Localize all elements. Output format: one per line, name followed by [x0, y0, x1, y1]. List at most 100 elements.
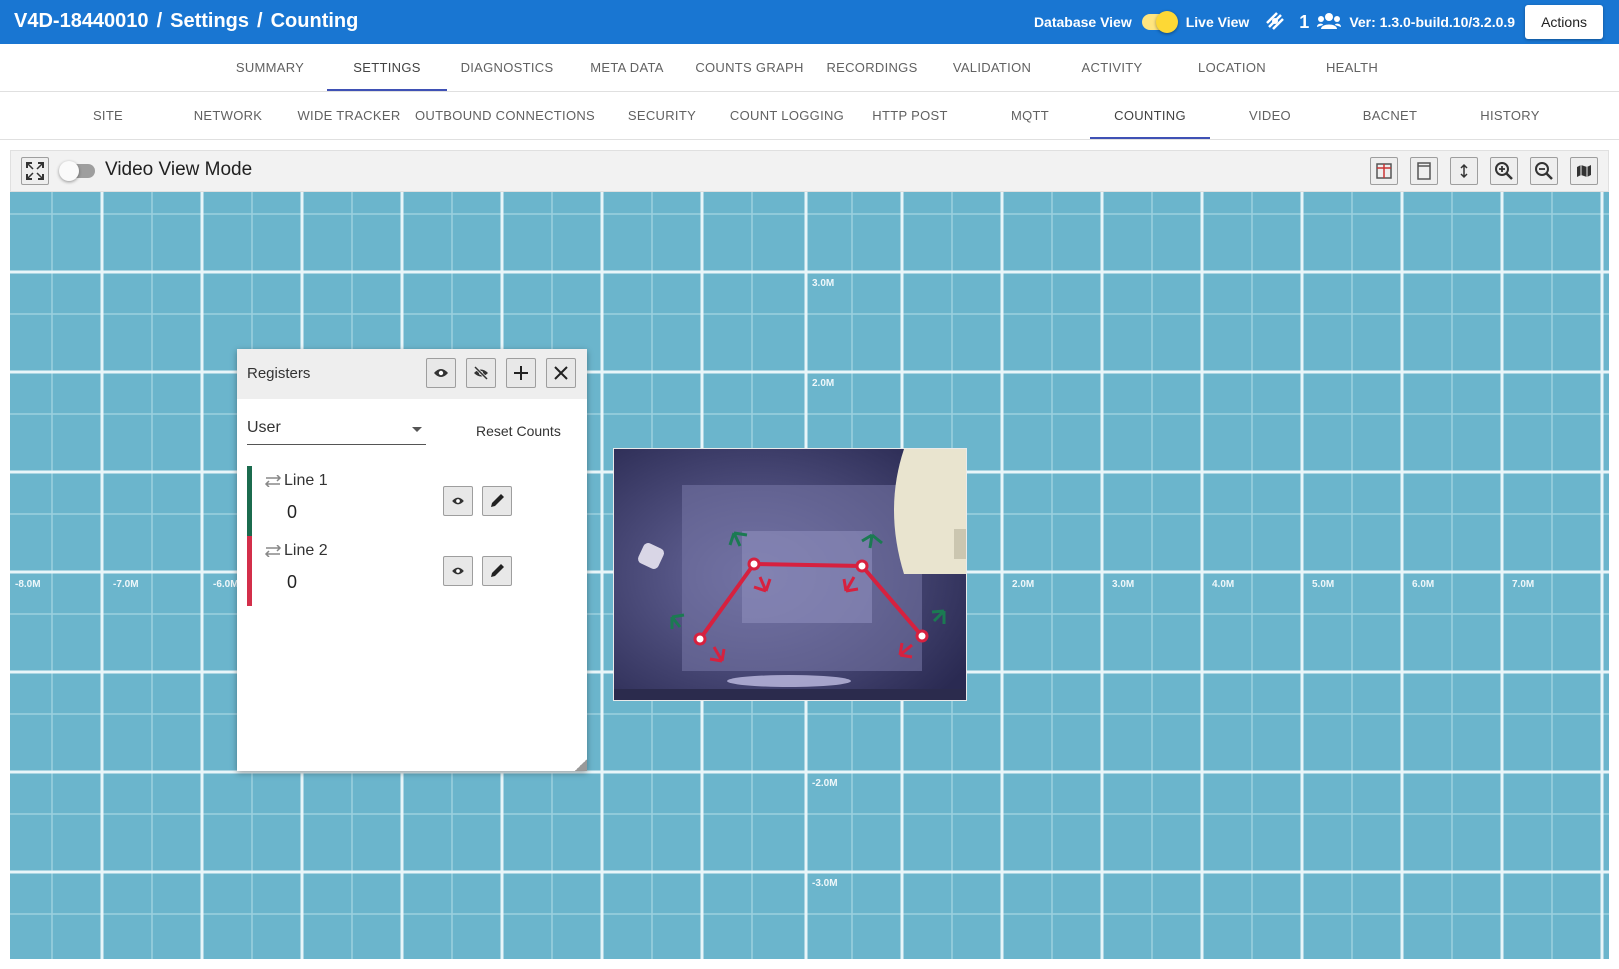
line-color-bar: [247, 466, 252, 536]
x-axis-label: -7.0M: [113, 579, 139, 590]
counting-toolbar: Video View Mode: [10, 150, 1609, 192]
tab-network[interactable]: NETWORK: [168, 92, 288, 139]
registers-header: Registers: [237, 349, 587, 399]
video-overlay[interactable]: [613, 448, 967, 701]
grid-layer-button[interactable]: [1370, 157, 1398, 185]
tab-bacnet[interactable]: BACNET: [1330, 92, 1450, 139]
tab-activity[interactable]: ACTIVITY: [1052, 44, 1172, 91]
y-axis-label: 2.0M: [812, 378, 835, 389]
add-register-button[interactable]: [506, 358, 536, 388]
line-name: Line 2: [284, 542, 328, 559]
x-axis-label: 4.0M: [1212, 579, 1235, 590]
actions-button[interactable]: Actions: [1525, 5, 1603, 39]
line-label: Line 1: [264, 472, 328, 490]
eye-off-icon: [473, 366, 489, 380]
bidirectional-arrows-icon: [264, 544, 282, 558]
settings-tabs: SITE NETWORK WIDE TRACKER OUTBOUND CONNE…: [0, 92, 1619, 140]
register-type-select[interactable]: User: [247, 415, 426, 445]
register-line-1[interactable]: Line 1 0: [247, 466, 577, 536]
view-toggle[interactable]: [1141, 11, 1178, 33]
breadcrumb-separator: /: [257, 10, 263, 32]
map-icon: [1577, 165, 1591, 177]
line-label: Line 2: [264, 542, 328, 560]
video-view-mode-label: Video View Mode: [105, 159, 253, 180]
edit-line-button[interactable]: [482, 486, 512, 516]
main-tabs: SUMMARY SETTINGS DIAGNOSTICS META DATA C…: [0, 44, 1619, 92]
page-icon: [1417, 162, 1431, 180]
x-axis-label: -8.0M: [15, 579, 41, 590]
hide-all-button[interactable]: [466, 358, 496, 388]
tab-location[interactable]: LOCATION: [1172, 44, 1292, 91]
page-view-button[interactable]: [1410, 157, 1438, 185]
chevron-down-icon: [412, 427, 422, 432]
toggle-visibility-button[interactable]: [443, 556, 473, 586]
tab-validation[interactable]: VALIDATION: [932, 44, 1052, 91]
line-name: Line 1: [284, 472, 328, 489]
x-axis-label: 6.0M: [1412, 579, 1435, 590]
tab-mqtt[interactable]: MQTT: [970, 92, 1090, 139]
fullscreen-button[interactable]: [21, 157, 49, 185]
y-axis-label: -2.0M: [812, 778, 838, 789]
tab-settings[interactable]: SETTINGS: [327, 44, 447, 91]
zoom-in-icon: [1495, 162, 1513, 180]
register-type-value: User: [247, 419, 281, 436]
line-count: 0: [287, 502, 298, 522]
tab-counting[interactable]: COUNTING: [1090, 92, 1210, 139]
line-count: 0: [287, 572, 298, 592]
users-icon[interactable]: [1317, 12, 1342, 33]
bidirectional-arrows-icon: [264, 474, 282, 488]
eye-icon: [434, 369, 448, 377]
tab-video[interactable]: VIDEO: [1210, 92, 1330, 139]
video-view-mode-toggle[interactable]: [59, 161, 95, 181]
satellite-icon[interactable]: [1265, 11, 1285, 34]
x-axis-label: -6.0M: [213, 579, 239, 590]
map-button[interactable]: [1570, 157, 1598, 185]
tab-health[interactable]: HEALTH: [1292, 44, 1412, 91]
database-view-label: Database View: [1033, 14, 1132, 30]
tab-counts-graph[interactable]: COUNTS GRAPH: [687, 44, 812, 91]
tab-wide-tracker[interactable]: WIDE TRACKER: [290, 92, 408, 139]
zoom-in-button[interactable]: [1490, 157, 1518, 185]
plus-icon: [514, 366, 528, 380]
user-count: 1: [1299, 11, 1310, 32]
tab-outbound-connections[interactable]: OUTBOUND CONNECTIONS: [410, 92, 600, 139]
height-button[interactable]: [1450, 157, 1478, 185]
breadcrumb: V4D-18440010 / Settings / Counting: [14, 10, 358, 33]
x-axis-label: 7.0M: [1512, 579, 1535, 590]
zoom-out-button[interactable]: [1530, 157, 1558, 185]
eye-icon: [452, 567, 464, 575]
grid-layer-icon: [1376, 163, 1392, 179]
x-axis-label: 3.0M: [1112, 579, 1135, 590]
reset-counts-button[interactable]: Reset Counts: [476, 423, 561, 439]
tab-history[interactable]: HISTORY: [1450, 92, 1570, 139]
breadcrumb-device[interactable]: V4D-18440010: [14, 10, 149, 32]
breadcrumb-settings[interactable]: Settings: [170, 10, 249, 32]
y-axis-label: 3.0M: [812, 278, 835, 289]
eye-icon: [452, 497, 464, 505]
fullscreen-icon: [26, 162, 44, 180]
tab-summary[interactable]: SUMMARY: [220, 44, 320, 91]
app-header: V4D-18440010 / Settings / Counting Database …: [0, 0, 1619, 44]
edit-line-button[interactable]: [482, 556, 512, 586]
tab-diagnostics[interactable]: DIAGNOSTICS: [447, 44, 567, 91]
resize-handle[interactable]: [575, 759, 587, 771]
registers-panel[interactable]: Registers User Reset Counts Line 1 0 Lin…: [237, 349, 587, 771]
tab-count-logging[interactable]: COUNT LOGGING: [722, 92, 852, 139]
tab-http-post[interactable]: HTTP POST: [850, 92, 970, 139]
zoom-out-icon: [1535, 162, 1553, 180]
live-view-label: Live View: [1185, 14, 1250, 30]
version-text: Ver: 1.3.0-build.10/3.2.0.9: [1349, 14, 1516, 30]
tab-site[interactable]: SITE: [48, 92, 168, 139]
tab-meta-data[interactable]: META DATA: [567, 44, 687, 91]
register-line-2[interactable]: Line 2 0: [247, 536, 577, 606]
show-all-button[interactable]: [426, 358, 456, 388]
tab-security[interactable]: SECURITY: [602, 92, 722, 139]
toggle-visibility-button[interactable]: [443, 486, 473, 516]
tab-recordings[interactable]: RECORDINGS: [812, 44, 932, 91]
registers-title: Registers: [247, 365, 311, 382]
close-icon: [554, 366, 568, 380]
vertical-arrows-icon: [1460, 163, 1468, 179]
x-axis-label: 5.0M: [1312, 579, 1335, 590]
close-button[interactable]: [546, 358, 576, 388]
breadcrumb-counting: Counting: [270, 10, 359, 32]
